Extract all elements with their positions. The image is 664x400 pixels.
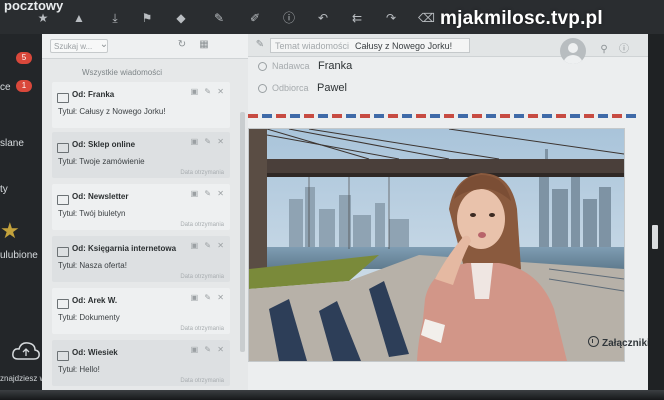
message-subject: Tytuł: Nasza oferta!: [58, 261, 127, 270]
attachments-link[interactable]: Załączniki: [588, 336, 650, 349]
app-title: pocztowy: [4, 0, 64, 13]
attachments-label: Załączniki: [602, 338, 650, 349]
list-item[interactable]: Od: Franka Tytuł: Całusy z Nowego Jorku!…: [52, 82, 230, 128]
star-icon[interactable]: ★: [36, 11, 50, 25]
info-icon[interactable]: ⓘ: [282, 11, 296, 25]
message-actions-icon[interactable]: ▣ ✎ ✕: [191, 241, 226, 250]
refresh-icon[interactable]: ↻: [176, 39, 188, 51]
list-scrollbar[interactable]: [240, 112, 245, 352]
cloud-icon[interactable]: [10, 339, 42, 363]
tag-icon[interactable]: ◆: [174, 11, 188, 25]
message-actions-icon[interactable]: ▣ ✎ ✕: [191, 189, 226, 198]
folder-sidebar: 5 ce 1 slane ty ★ ulubione znajdziesz w …: [0, 34, 78, 400]
message-date: Data otrzymania: [180, 326, 224, 332]
resize-handle[interactable]: [652, 225, 658, 249]
message-subject: Tytuł: Twój biuletyn: [58, 209, 126, 218]
photo-attachment[interactable]: [248, 128, 625, 362]
message-from: Od: Arek W.: [72, 296, 118, 305]
favorites-star-icon[interactable]: ★: [0, 220, 22, 242]
envelope-icon: [57, 351, 69, 361]
list-item[interactable]: Od: Sklep online Tytuł: Twoje zamówienie…: [52, 132, 230, 178]
trash-icon[interactable]: ⌫: [418, 11, 435, 25]
calendar-icon[interactable]: ▦: [198, 39, 210, 51]
edit-icon[interactable]: ✎: [254, 39, 266, 51]
envelope-icon: [57, 93, 69, 103]
envelope-icon: [57, 299, 69, 309]
pen-icon[interactable]: ✎: [212, 11, 226, 25]
flag-icon[interactable]: ⚑: [140, 11, 154, 25]
reply-all-icon[interactable]: ⇇: [350, 11, 364, 25]
message-date: Data otrzymania: [180, 378, 224, 384]
bell-icon[interactable]: ▲: [72, 11, 86, 25]
sender-row: Nadawca Franka: [258, 56, 352, 74]
message-actions-icon[interactable]: ▣ ✎ ✕: [191, 87, 226, 96]
message-subject: Tytuł: Twoje zamówienie: [58, 157, 145, 166]
message-date: Data otrzymania: [180, 222, 224, 228]
airmail-stripe: [248, 114, 638, 118]
list-item[interactable]: Od: Wiesiek Tytuł: Hello! Data otrzymani…: [52, 340, 230, 386]
folder-title: Wszystkie wiadomości: [82, 68, 163, 77]
list-item[interactable]: Od: Arek W. Tytuł: Dokumenty Data otrzym…: [52, 288, 230, 334]
top-toolbar: pocztowy ★ ▲ ⤓ ⚑ ◆ ✎ ✐ ⓘ ↶ ⇇ ↷ ⌫ mjakmil…: [0, 0, 664, 35]
message-actions-icon[interactable]: ▣ ✎ ✕: [191, 137, 226, 146]
list-item[interactable]: Od: Księgarnia internetowa Tytuł: Nasza …: [52, 236, 230, 282]
mail-app: pocztowy ★ ▲ ⤓ ⚑ ◆ ✎ ✐ ⓘ ↶ ⇇ ↷ ⌫ mjakmil…: [0, 0, 664, 400]
sidebar-item-label[interactable]: ty: [0, 184, 8, 195]
message-actions-icon[interactable]: ▣ ✎ ✕: [191, 345, 226, 354]
message-date: Data otrzymania: [180, 170, 224, 176]
sidebar-item-favorites[interactable]: ulubione: [0, 250, 38, 261]
download-icon[interactable]: ⤓: [108, 11, 122, 25]
message-from: Od: Wiesiek: [72, 348, 118, 357]
message-from: Od: Sklep online: [72, 140, 136, 149]
chevron-down-icon[interactable]: ⌄: [98, 39, 110, 51]
window-edge: [648, 34, 664, 400]
sender-value: Franka: [317, 60, 353, 72]
tv-watermark: mjakmilosc.tvp.pl: [440, 8, 603, 29]
contact-icon: [258, 84, 267, 93]
pencil-icon[interactable]: ✐: [248, 11, 262, 25]
list-item[interactable]: Od: Newsletter Tytuł: Twój biuletyn Data…: [52, 184, 230, 230]
message-subject: Tytuł: Dokumenty: [58, 313, 120, 322]
subject-label: Temat wiadomości: [275, 41, 350, 51]
message-date: Data otrzymania: [180, 274, 224, 280]
download-icon: [588, 336, 599, 347]
subject-field[interactable]: Temat wiadomości Całusy z Nowego Jorku!: [270, 38, 470, 53]
recipient-label: Odbiorca: [272, 83, 309, 93]
message-subject: Tytuł: Hello!: [58, 365, 100, 374]
envelope-icon: [57, 247, 69, 257]
sender-label: Nadawca: [272, 61, 310, 71]
message-actions-icon[interactable]: ▣ ✎ ✕: [191, 293, 226, 302]
sidebar-item-label[interactable]: ce: [0, 82, 11, 93]
recipient-row: Odbiorca Pawel: [258, 78, 347, 96]
message-from: Od: Franka: [72, 90, 115, 99]
info-icon[interactable]: ⓘ: [618, 44, 630, 56]
unread-badge: 5: [16, 52, 32, 64]
forward-icon[interactable]: ↷: [384, 11, 398, 25]
reading-pane: ✎ Temat wiadomości Całusy z Nowego Jorku!…: [248, 34, 650, 400]
location-pin-icon[interactable]: ⚲: [598, 44, 610, 56]
contact-icon: [258, 62, 267, 71]
sidebar-item-label[interactable]: slane: [0, 138, 24, 149]
subject-value: Całusy z Nowego Jorku!: [355, 41, 453, 51]
recipient-value: Pawel: [316, 82, 347, 94]
screen-bezel: [0, 390, 664, 400]
reply-icon[interactable]: ↶: [316, 11, 330, 25]
message-subject: Tytuł: Całusy z Nowego Jorku!: [58, 107, 166, 116]
message-list: Szukaj w... ⌄ ↻ ▦ Wszystkie wiadomości O…: [42, 34, 248, 400]
envelope-icon: [57, 195, 69, 205]
envelope-icon: [57, 143, 69, 153]
message-from: Od: Newsletter: [72, 192, 129, 201]
avatar[interactable]: [560, 38, 586, 64]
list-toolbar: Szukaj w... ⌄ ↻ ▦: [42, 34, 248, 59]
message-from: Od: Księgarnia internetowa: [72, 244, 177, 253]
reader-toolbar: ✎ Temat wiadomości Całusy z Nowego Jorku!: [248, 34, 648, 57]
unread-badge: 1: [16, 80, 32, 92]
